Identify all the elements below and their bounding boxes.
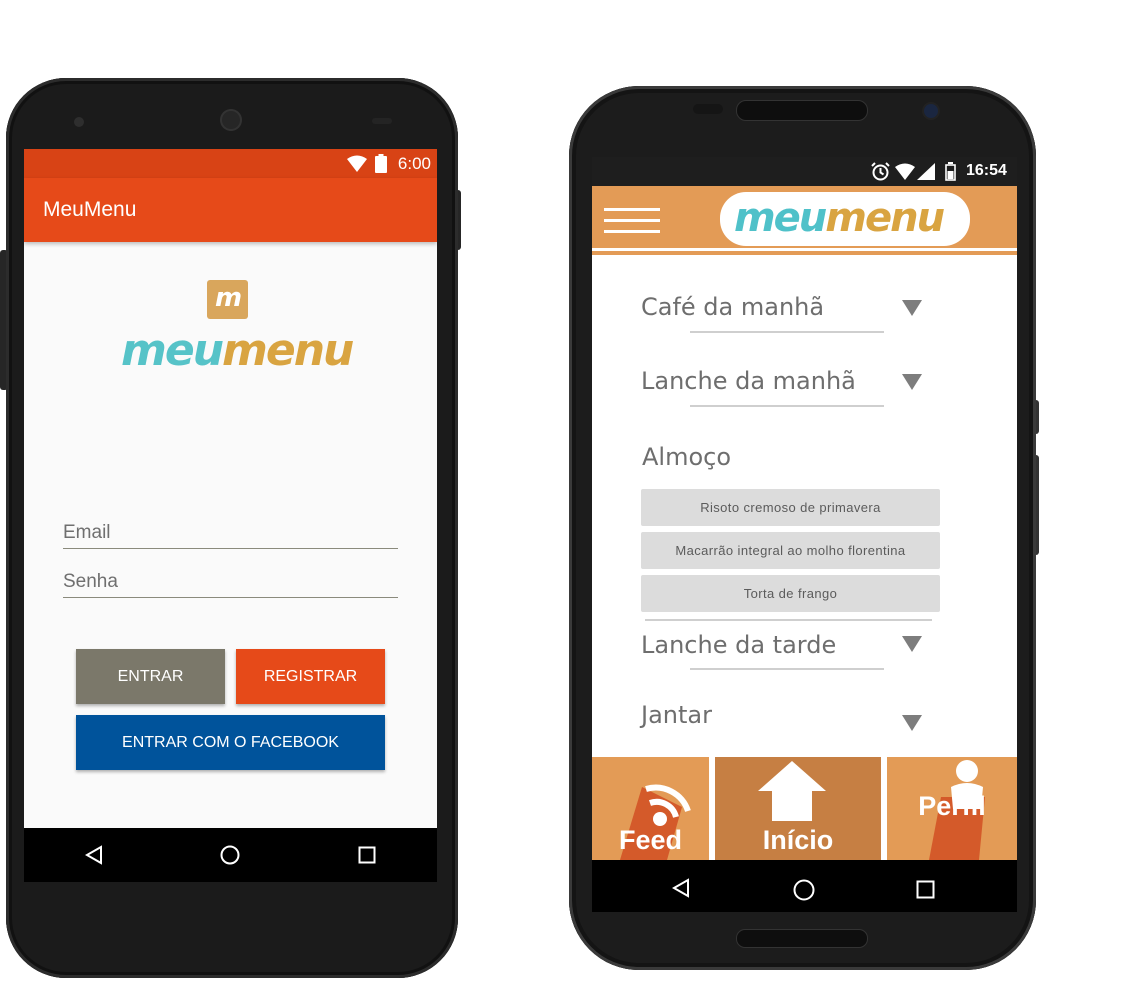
facebook-login-button[interactable]: ENTRAR COM O FACEBOOK [76,715,385,770]
tab-profile[interactable]: Perfil [887,757,1017,860]
recents-icon[interactable] [916,880,935,899]
password-placeholder: Senha [63,571,118,592]
password-field[interactable]: Senha [63,568,398,600]
header-bottom-strip [592,251,1017,255]
meal-underline [690,668,884,670]
menu-button[interactable] [592,196,672,242]
meal-underline [690,331,884,333]
meal-label: Jantar [641,701,712,729]
phone1-screen: 6:00 MeuMenu m meumenu Email Senha ENTRA… [24,149,437,882]
status-time: 16:54 [966,162,1007,179]
app-bar: MeuMenu [24,178,437,242]
tab-profile-label: Perfil [918,791,986,821]
chevron-down-icon [902,636,922,652]
email-placeholder: Email [63,522,111,543]
tab-home-label: Início [762,825,834,855]
meal-dinner[interactable]: Jantar [592,697,1017,747]
meal-morning-snack[interactable]: Lanche da manhã [592,361,1017,411]
back-icon[interactable] [671,878,691,898]
battery-icon [375,154,387,173]
meal-afternoon-snack[interactable]: Lanche da tarde [592,626,1017,676]
navigation-bar [24,828,437,882]
app-title: MeuMenu [43,198,137,221]
lunch-item[interactable]: Risoto cremoso de primavera [641,489,940,526]
tab-feed[interactable]: Feed [592,757,709,860]
wifi-icon [895,163,915,180]
navigation-bar [592,860,1017,912]
meal-underline [690,405,884,407]
chevron-down-icon [902,300,922,316]
phone2-camera [924,104,938,118]
header-logo: meumenu [734,194,945,242]
logo-part-meu: meu [734,195,827,241]
password-underline [63,597,398,598]
signal-icon [917,163,935,180]
phone2-sensor [693,104,723,114]
email-field[interactable]: Email [63,519,398,551]
phone2-screen: 16:54 meumenu Café da manhã Lanche da ma… [592,157,1017,912]
email-underline [63,548,398,549]
chevron-down-icon [902,374,922,390]
logo-part-menu: menu [825,195,945,241]
chevron-down-icon [902,715,922,731]
lunch-item[interactable]: Macarrão integral ao molho florentina [641,532,940,569]
status-bar: 6:00 [24,149,437,178]
logo-badge-letter: m [214,282,242,313]
app-header: meumenu [592,186,1017,254]
back-icon[interactable] [84,845,104,865]
home-icon [758,761,826,821]
battery-icon [945,162,956,181]
meal-label: Café da manhã [641,293,825,321]
hamburger-icon-line1 [604,208,660,211]
tab-home[interactable]: Início [715,757,881,860]
meal-breakfast[interactable]: Café da manhã [592,287,1017,337]
phone2-top-speaker [736,100,868,121]
phone2-bottom-speaker [736,929,868,948]
phone1-sensor [74,117,84,127]
recents-icon[interactable] [358,846,376,864]
lunch-item[interactable]: Torta de frango [641,575,940,612]
register-button[interactable]: REGISTRAR [236,649,385,704]
lunch-divider [645,619,932,621]
header-logo-pill: meumenu [720,192,970,246]
home-button-icon[interactable] [793,879,815,901]
status-bar: 16:54 [592,157,1017,186]
tab-feed-label: Feed [618,825,683,855]
meal-lunch[interactable]: Almoço [592,437,1017,477]
home-icon[interactable] [220,845,240,865]
logo-badge: m [207,280,248,319]
phone1-camera [372,118,392,124]
hamburger-icon-line3 [604,230,660,233]
meal-label: Lanche da manhã [641,367,856,395]
status-time: 6:00 [397,154,431,173]
logo-part-meu: meu [121,325,224,376]
alarm-icon [871,162,890,181]
meal-label: Lanche da tarde [641,631,837,659]
meal-label: Almoço [642,443,732,471]
hamburger-icon-line2 [604,219,660,222]
app-logo: meumenu [121,325,354,377]
logo-part-menu: menu [222,325,354,376]
phone1-speaker [220,109,242,131]
enter-button[interactable]: ENTRAR [76,649,225,704]
wifi-icon [347,155,367,172]
